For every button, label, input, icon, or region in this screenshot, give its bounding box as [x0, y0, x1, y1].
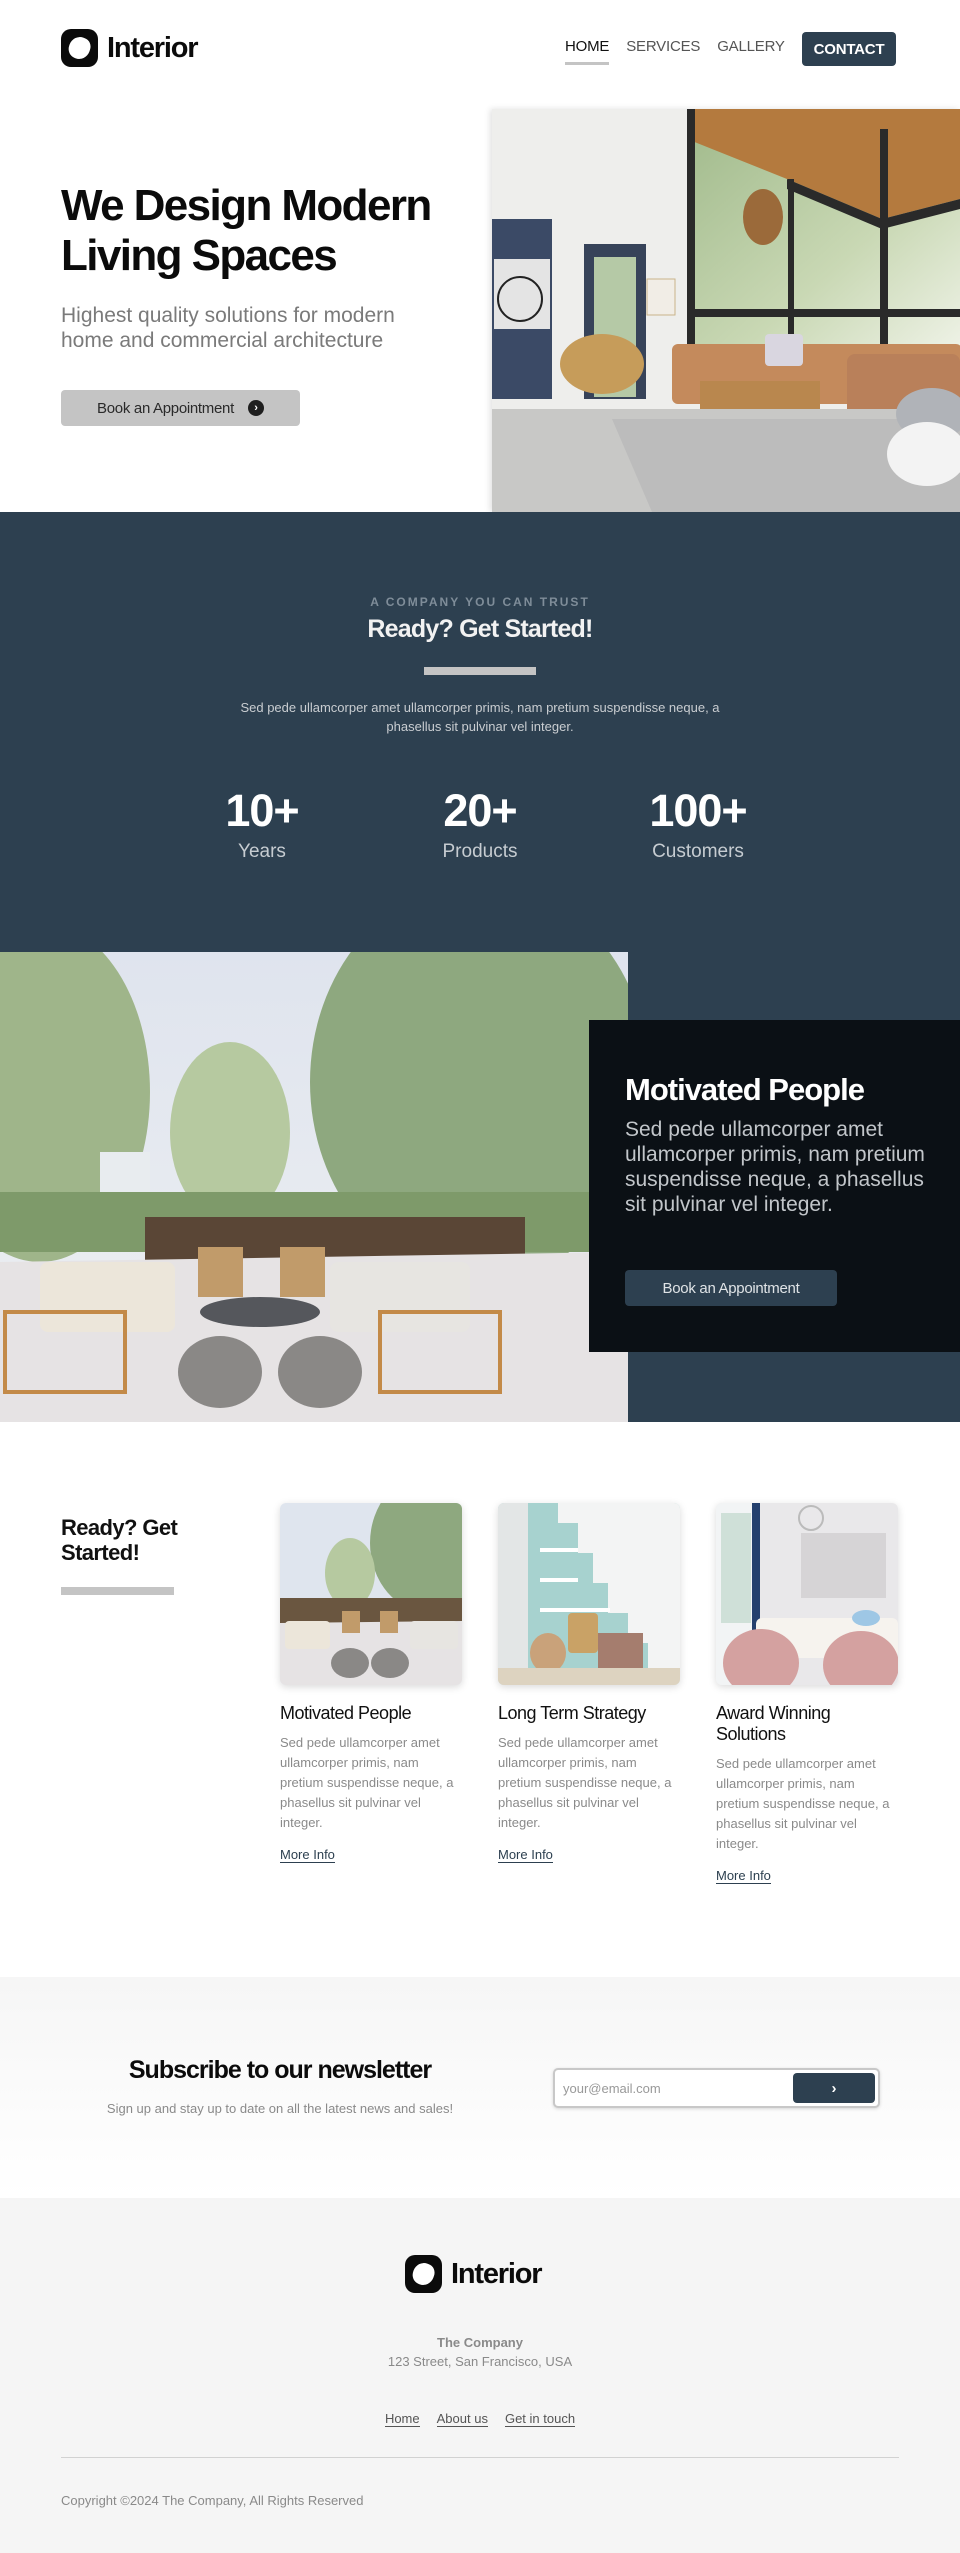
living-room-thumb — [716, 1503, 898, 1685]
trust-section: A COMPANY YOU CAN TRUST Ready? Get Start… — [0, 512, 960, 1422]
more-info-link[interactable]: More Info — [280, 1847, 335, 1863]
newsletter-title: Subscribe to our newsletter — [128, 2056, 432, 2084]
footer-brand-logo[interactable]: Interior — [405, 2255, 543, 2293]
title-underline-divider — [424, 667, 536, 675]
nav-item-services[interactable]: SERVICES — [626, 38, 700, 55]
footer-links: Home About us Get in touch — [0, 2411, 960, 2427]
newsletter-subtitle: Sign up and stay up to date on all the l… — [106, 2101, 454, 2116]
hero-title: We Design Modern Living Spaces — [61, 181, 432, 280]
footer-link-home[interactable]: Home — [384, 2411, 420, 2427]
stat-label: Years — [238, 841, 286, 862]
service-card: Motivated People Sed pede ullamcorper am… — [280, 1503, 462, 1864]
service-card-title: Award Winning Solutions — [716, 1703, 831, 1744]
more-info-link[interactable]: More Info — [716, 1868, 771, 1884]
subscribe-submit-button[interactable]: › — [793, 2073, 875, 2103]
hero-subtitle: Highest quality solutions for modern hom… — [61, 304, 395, 352]
service-card-title: Long Term Strategy — [498, 1703, 646, 1723]
service-card-text: Sed pede ullamcorper amet ullamcorper pr… — [280, 1735, 454, 1830]
service-card-image — [498, 1503, 680, 1685]
footer-link-about[interactable]: About us — [436, 2411, 488, 2427]
trust-title: Ready? Get Started! — [367, 615, 593, 643]
footer-brand-name: Interior — [451, 2257, 543, 2290]
contact-button[interactable]: CONTACT — [802, 32, 896, 66]
heading-underline-divider — [61, 1587, 174, 1595]
footer-link-contact[interactable]: Get in touch — [504, 2411, 576, 2427]
brand-logo[interactable]: Interior — [61, 29, 199, 67]
stat-value: 20+ — [443, 785, 517, 836]
service-card-image — [716, 1503, 898, 1685]
nav-item-home[interactable]: HOME — [565, 38, 610, 65]
newsletter-form: › — [553, 2068, 880, 2108]
living-room-illustration — [492, 109, 960, 512]
terrace-illustration — [0, 952, 628, 1422]
blob-logo-icon — [61, 29, 98, 67]
home-office-thumb — [498, 1503, 680, 1685]
stat-label: Customers — [652, 841, 744, 862]
motivated-people-card: Motivated People Sed pede ullamcorper am… — [589, 1020, 960, 1352]
brand-name: Interior — [107, 31, 199, 64]
stat-products: 20+ Products — [400, 785, 560, 863]
footer-address: 123 Street, San Francisco, USA — [387, 2354, 573, 2369]
trust-description: Sed pede ullamcorper amet ullamcorper pr… — [240, 700, 720, 734]
service-card-title: Motivated People — [280, 1703, 412, 1723]
service-card: Award Winning Solutions Sed pede ullamco… — [716, 1503, 898, 1885]
book-appointment-button[interactable]: Book an Appointment › — [61, 390, 300, 426]
service-card: Long Term Strategy Sed pede ullamcorper … — [498, 1503, 680, 1864]
chevron-right-icon: › — [831, 2079, 837, 2097]
blob-logo-icon — [405, 2255, 442, 2293]
site-footer: Interior The Company 123 Street, San Fra… — [0, 2198, 960, 2553]
services-heading: Ready? Get Started! — [61, 1515, 178, 1565]
main-nav: HOME SERVICES GALLERY — [565, 38, 785, 65]
service-card-text: Sed pede ullamcorper amet ullamcorper pr… — [716, 1756, 890, 1851]
email-input[interactable] — [563, 2078, 783, 2098]
copyright-text: Copyright ©2024 The Company, All Rights … — [61, 2493, 364, 2508]
terrace-thumb — [280, 1503, 462, 1685]
book-appointment-label: Book an Appointment — [97, 399, 234, 417]
footer-company-name: The Company — [437, 2335, 523, 2350]
stat-value: 100+ — [649, 785, 747, 836]
nav-item-gallery[interactable]: GALLERY — [717, 38, 785, 55]
site-header: Interior HOME SERVICES GALLERY CONTACT — [0, 0, 960, 100]
stat-label: Products — [442, 841, 518, 862]
terrace-image — [0, 952, 628, 1422]
hero-image — [492, 109, 960, 512]
newsletter-section: Subscribe to our newsletter Sign up and … — [0, 1977, 960, 2198]
trust-eyebrow: A COMPANY YOU CAN TRUST — [370, 595, 590, 609]
service-card-image — [280, 1503, 462, 1685]
stat-years: 10+ Years — [182, 785, 342, 863]
footer-divider — [61, 2457, 899, 2458]
feature-title: Motivated People — [625, 1072, 865, 1107]
more-info-link[interactable]: More Info — [498, 1847, 553, 1863]
service-card-text: Sed pede ullamcorper amet ullamcorper pr… — [498, 1735, 672, 1830]
stat-value: 10+ — [225, 785, 299, 836]
feature-text: Sed pede ullamcorper amet ullamcorper pr… — [625, 1118, 925, 1216]
feature-book-appointment-button[interactable]: Book an Appointment — [625, 1270, 837, 1306]
stat-customers: 100+ Customers — [618, 785, 778, 863]
chevron-right-circle-icon: › — [247, 400, 264, 416]
